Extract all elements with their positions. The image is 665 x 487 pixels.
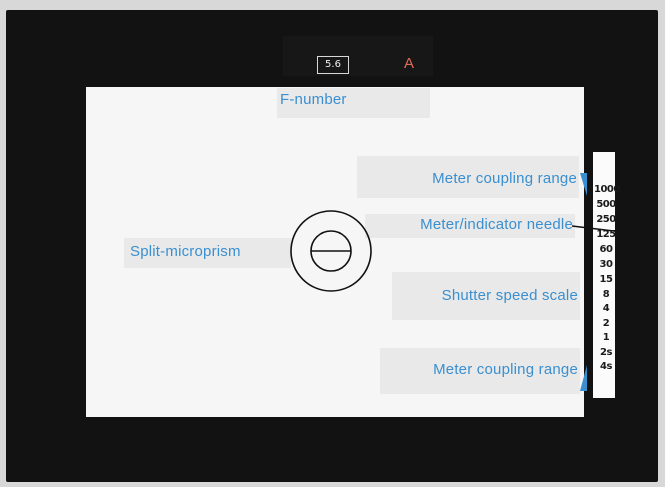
coupling-bracket-bottom-marker bbox=[580, 365, 587, 391]
viewfinder-overlay bbox=[290, 173, 623, 391]
meter-needle bbox=[571, 225, 623, 233]
coupling-bracket-top-marker bbox=[580, 173, 587, 196]
